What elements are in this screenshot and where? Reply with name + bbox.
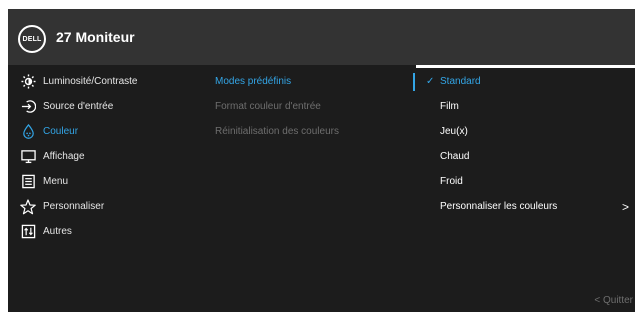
color-icon xyxy=(20,124,36,140)
option-label: Film xyxy=(440,101,459,112)
menu-item-label: Personnaliser xyxy=(43,201,105,212)
osd-window: DELL 27 Moniteur Luminosité/Contraste So… xyxy=(8,9,635,312)
menu-item-label: Affichage xyxy=(43,151,85,162)
submenu-reset-color: Réinitialisation des couleurs xyxy=(215,126,339,137)
submenu-preset-modes[interactable]: Modes prédéfinis xyxy=(215,69,405,94)
check-icon: ✓ xyxy=(426,76,435,87)
option-label: Froid xyxy=(440,176,463,187)
menu-item-label: Source d'entrée xyxy=(43,101,114,112)
menu-item-input-source[interactable]: Source d'entrée xyxy=(18,94,203,119)
option-label: Chaud xyxy=(440,151,470,162)
option-label: Jeu(x) xyxy=(440,126,468,137)
display-icon xyxy=(20,149,36,165)
menu-icon xyxy=(20,174,36,190)
menu-item-display[interactable]: Affichage xyxy=(18,144,203,169)
option-film[interactable]: Film xyxy=(424,94,635,119)
star-icon xyxy=(20,198,36,215)
chevron-right-icon: > xyxy=(621,199,629,214)
menu-item-label: Couleur xyxy=(43,126,79,137)
menu-item-personalize[interactable]: Personnaliser xyxy=(18,194,203,219)
dell-logo: DELL xyxy=(18,25,46,53)
menu-item-menu[interactable]: Menu xyxy=(18,169,203,194)
menu-item-label: Autres xyxy=(43,226,72,237)
header-divider-left xyxy=(8,65,405,68)
option-cool[interactable]: Froid xyxy=(424,169,635,194)
quit-button[interactable]: < Quitter xyxy=(594,295,633,306)
option-standard[interactable]: ✓ Standard xyxy=(424,69,635,94)
input-source-icon xyxy=(20,99,36,115)
option-warm[interactable]: Chaud xyxy=(424,144,635,169)
menu-item-color[interactable]: Couleur xyxy=(18,119,203,144)
main-menu: Luminosité/Contraste Source d'entrée Cou… xyxy=(18,69,203,244)
header-divider-right xyxy=(416,65,635,68)
menu-item-label: Menu xyxy=(43,176,69,187)
option-game[interactable]: Jeu(x) xyxy=(424,119,635,144)
preset-options: ✓ Standard Film Jeu(x) Chaud Froid Perso… xyxy=(424,69,635,219)
submenu-input-color-format: Format couleur d'entrée xyxy=(215,101,321,112)
menu-item-others[interactable]: Autres xyxy=(18,219,203,244)
brightness-icon xyxy=(20,74,36,90)
menu-item-label: Luminosité/Contraste xyxy=(43,76,138,87)
menu-item-brightness-contrast[interactable]: Luminosité/Contraste xyxy=(18,69,203,94)
monitor-title: 27 Moniteur xyxy=(56,29,135,45)
selection-indicator xyxy=(413,73,415,91)
osd-header: DELL 27 Moniteur xyxy=(8,9,635,65)
option-label: Standard xyxy=(440,76,481,87)
option-label: Personnaliser les couleurs xyxy=(440,201,558,212)
info-icon xyxy=(20,224,36,240)
color-submenu: Modes prédéfinis Format couleur d'entrée… xyxy=(215,69,405,144)
option-custom-color[interactable]: Personnaliser les couleurs > xyxy=(424,194,635,219)
